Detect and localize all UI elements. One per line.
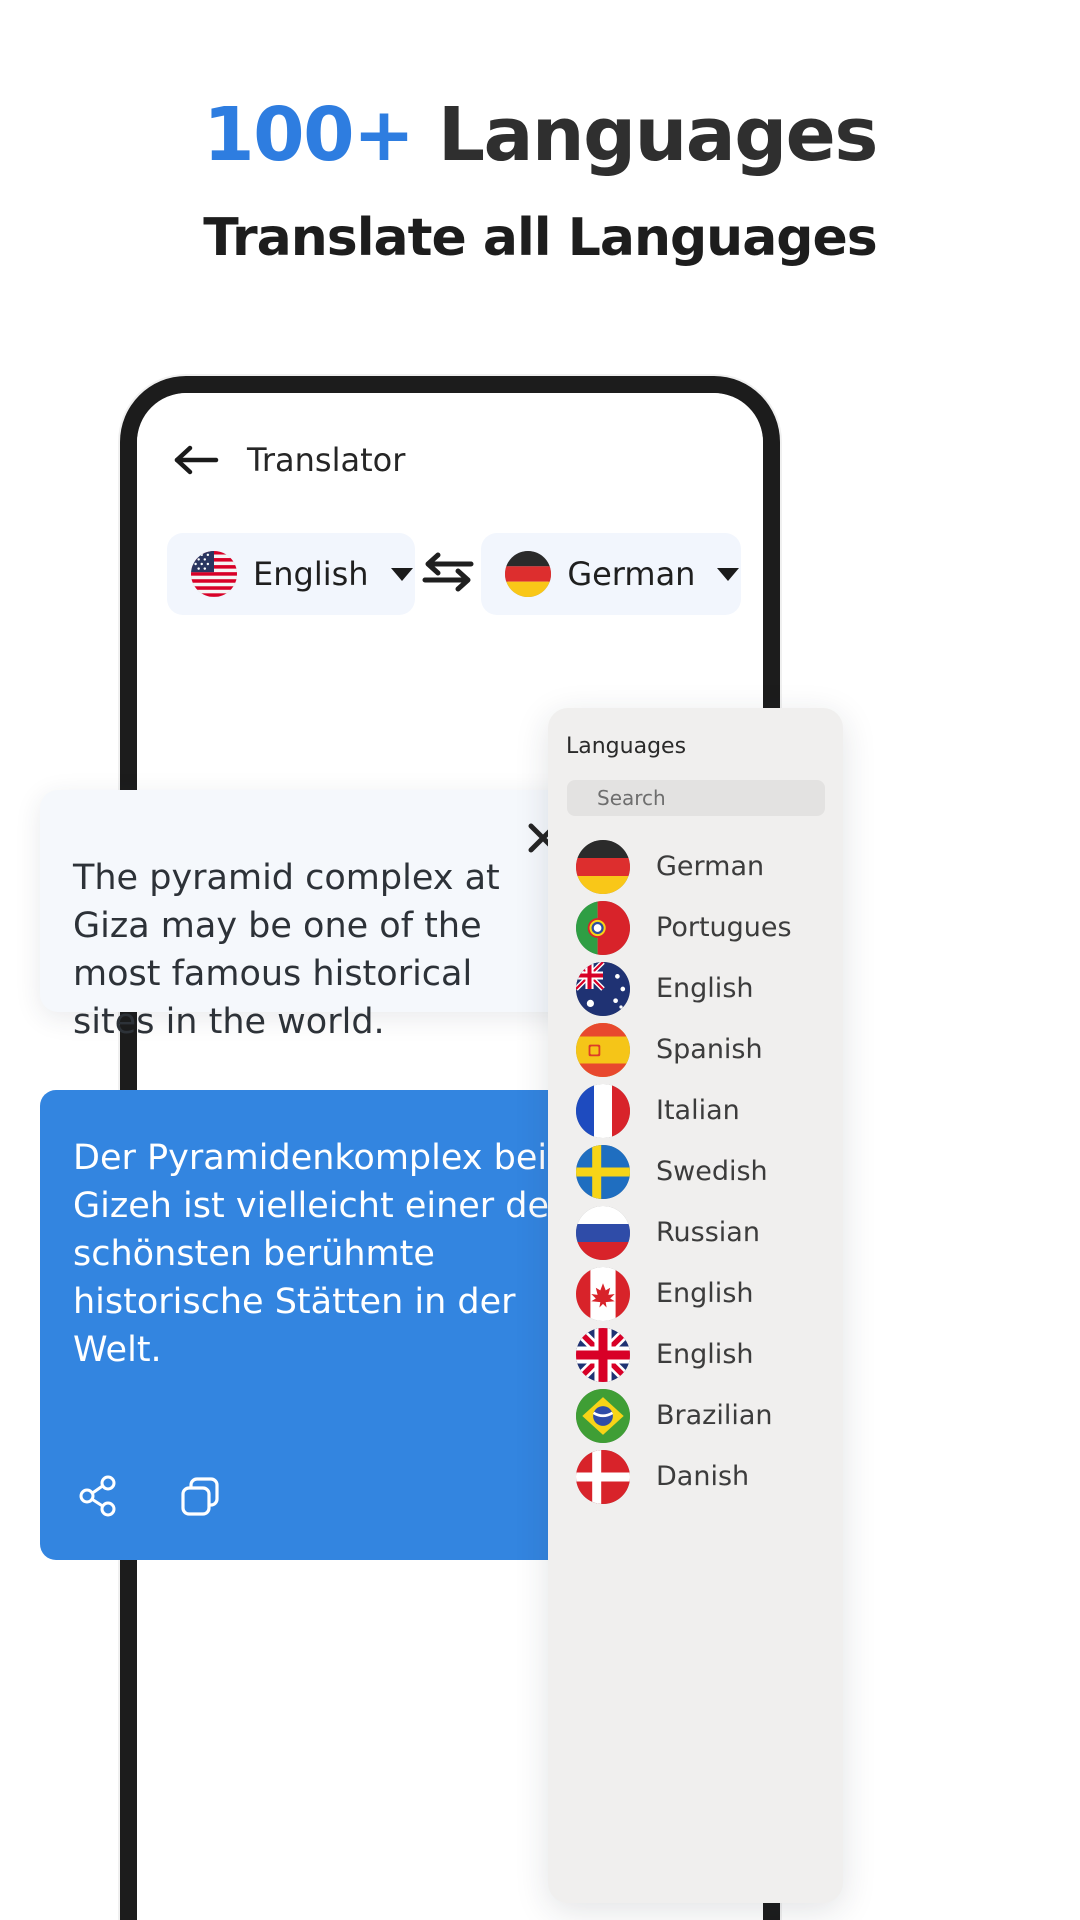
list-item-label: Portugues [656,912,792,943]
headline-rest: Languages [413,92,879,178]
se-flag-icon [576,1144,630,1199]
list-item-label: English [656,973,754,1004]
list-item[interactable]: Spanish [548,1019,843,1080]
translated-text: Der Pyramidenkomplex bei Gizeh ist viell… [73,1138,564,1370]
fr-flag-icon [576,1083,630,1138]
language-selector-row: English German [167,533,741,615]
search-input[interactable]: Search [567,780,825,816]
list-item-label: German [656,851,765,882]
br-flag-icon [576,1388,630,1443]
target-language-chip[interactable]: German [481,533,741,615]
gb-flag-icon [576,1327,630,1382]
app-title: Translator [247,441,406,479]
list-item[interactable]: English [548,1324,843,1385]
list-item[interactable]: Brazilian [548,1385,843,1446]
list-item[interactable]: Russian [548,1202,843,1263]
source-language-chip[interactable]: English [167,533,416,615]
list-item[interactable]: English [548,958,843,1019]
ca-flag-icon [576,1266,630,1321]
list-item[interactable]: Italian [548,1080,843,1141]
list-item-label: Swedish [656,1156,768,1187]
promo-screenshot: 100+ Languages Translate all Languages T… [0,0,1080,1920]
list-item-label: Italian [656,1095,740,1126]
us-flag-icon [191,551,237,597]
page-subtitle: Translate all Languages [203,208,877,268]
list-item[interactable]: German [548,836,843,897]
chevron-down-icon[interactable] [717,567,740,581]
chevron-down-icon[interactable] [390,567,413,581]
source-language-label: English [253,555,369,593]
headline-accent: 100+ [203,92,415,178]
translated-card-actions [76,1474,222,1518]
de-flag-icon [505,551,552,597]
languages-list[interactable]: German Portugues English Spanish Italian Swed… [548,836,843,1903]
list-item[interactable]: English [548,1263,843,1324]
swap-arrows-icon[interactable] [415,550,481,599]
copy-icon[interactable] [178,1474,222,1518]
ru-flag-icon [576,1205,630,1260]
de-flag-icon [576,839,630,894]
list-item[interactable]: Portugues [548,897,843,958]
es-flag-icon [576,1022,630,1077]
au-flag-icon [576,961,630,1016]
source-text-card[interactable]: The pyramid complex at Giza may be one o… [40,790,595,1042]
pt-flag-icon [576,900,630,955]
languages-panel-title: Languages [566,734,687,759]
list-item-label: Russian [656,1217,760,1248]
source-text: The pyramid complex at Giza may be one o… [73,858,500,1042]
share-icon[interactable] [76,1474,120,1518]
app-bar: Translator [173,441,405,479]
languages-panel[interactable]: Languages Search German Portugues English S… [548,708,843,1903]
list-item-label: Brazilian [656,1400,773,1431]
translated-text-card[interactable]: Der Pyramidenkomplex bei Gizeh ist viell… [40,1090,595,1560]
list-item-label: Spanish [656,1034,763,1065]
search-placeholder: Search [597,786,666,810]
back-arrow-icon[interactable] [173,443,219,477]
list-item[interactable]: Swedish [548,1141,843,1202]
list-item[interactable]: Danish [548,1446,843,1507]
page-title: 100+ Languages [0,92,1080,178]
list-item-label: English [656,1278,754,1309]
target-language-label: German [567,555,696,593]
dk-flag-icon [576,1449,630,1504]
list-item-label: Danish [656,1461,750,1492]
list-item-label: English [656,1339,754,1370]
